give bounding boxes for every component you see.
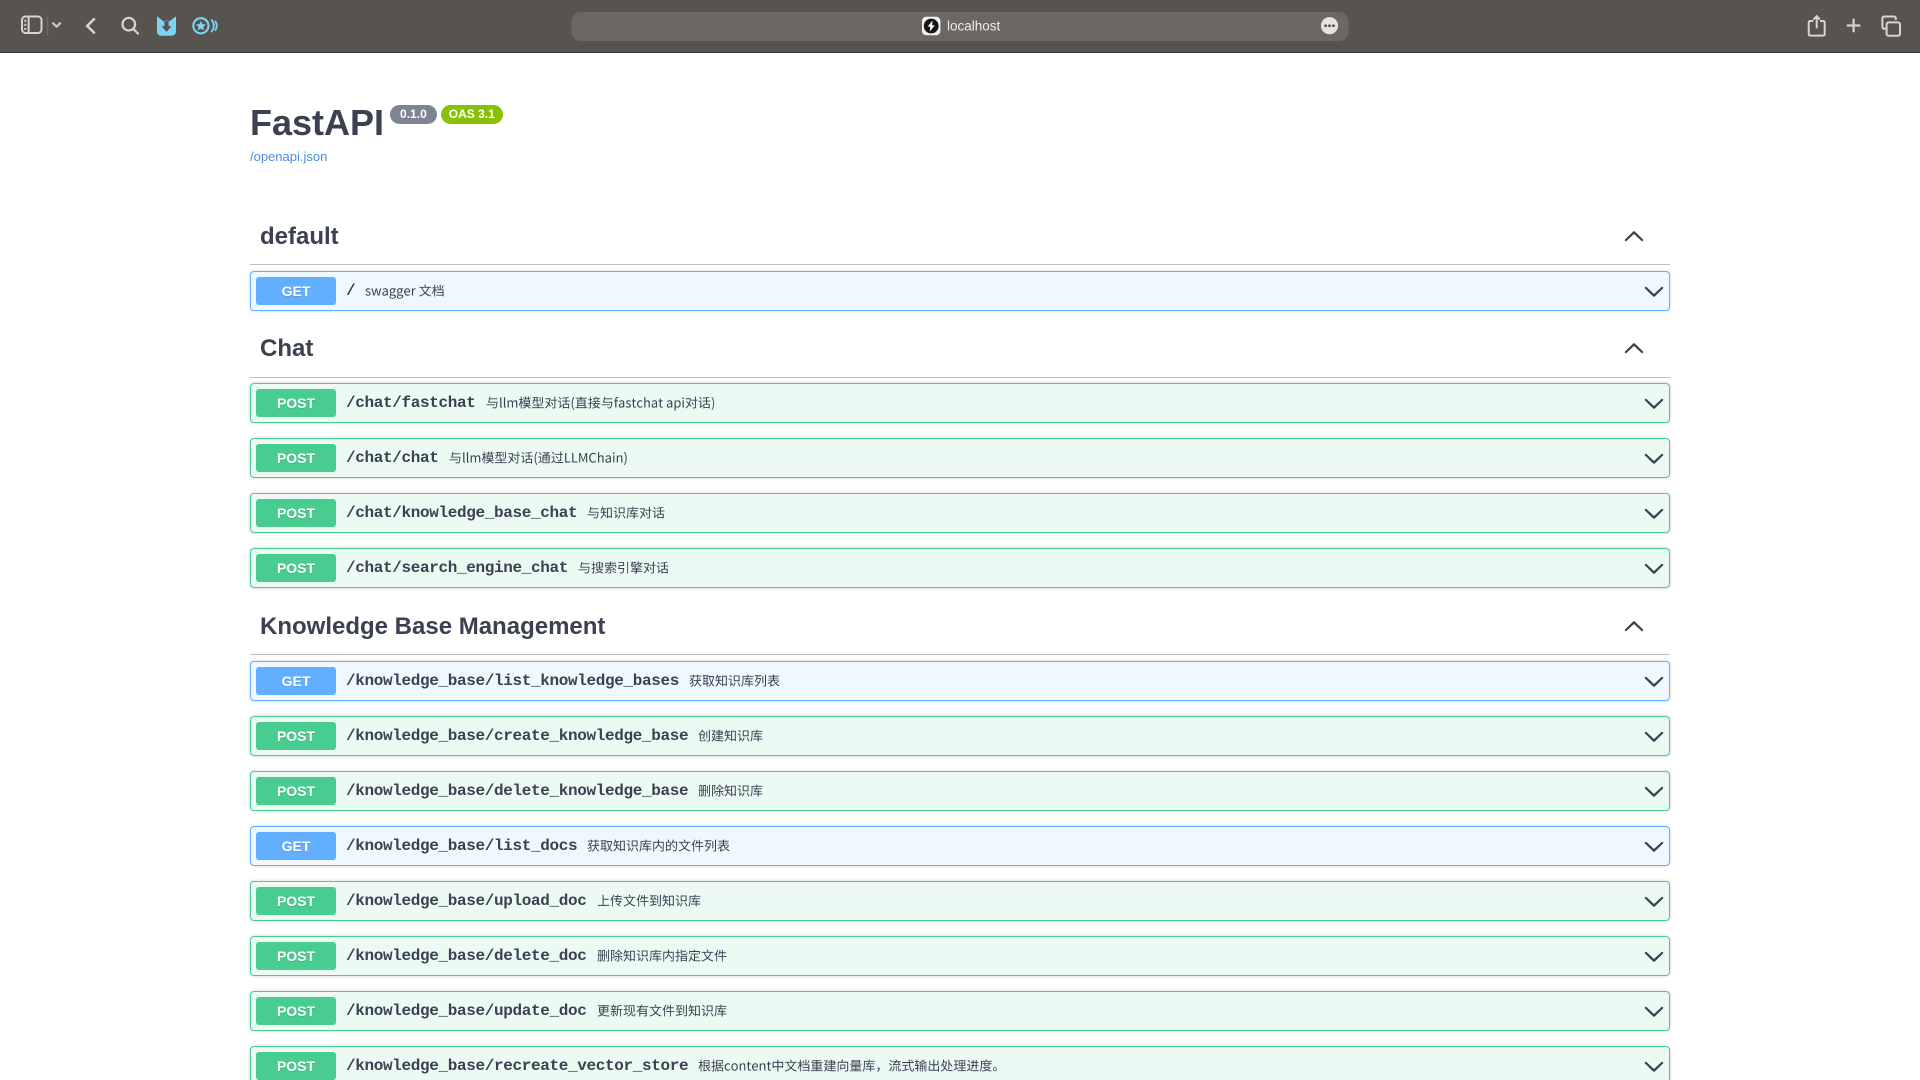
svg-text:localhost: localhost: [947, 19, 1001, 34]
